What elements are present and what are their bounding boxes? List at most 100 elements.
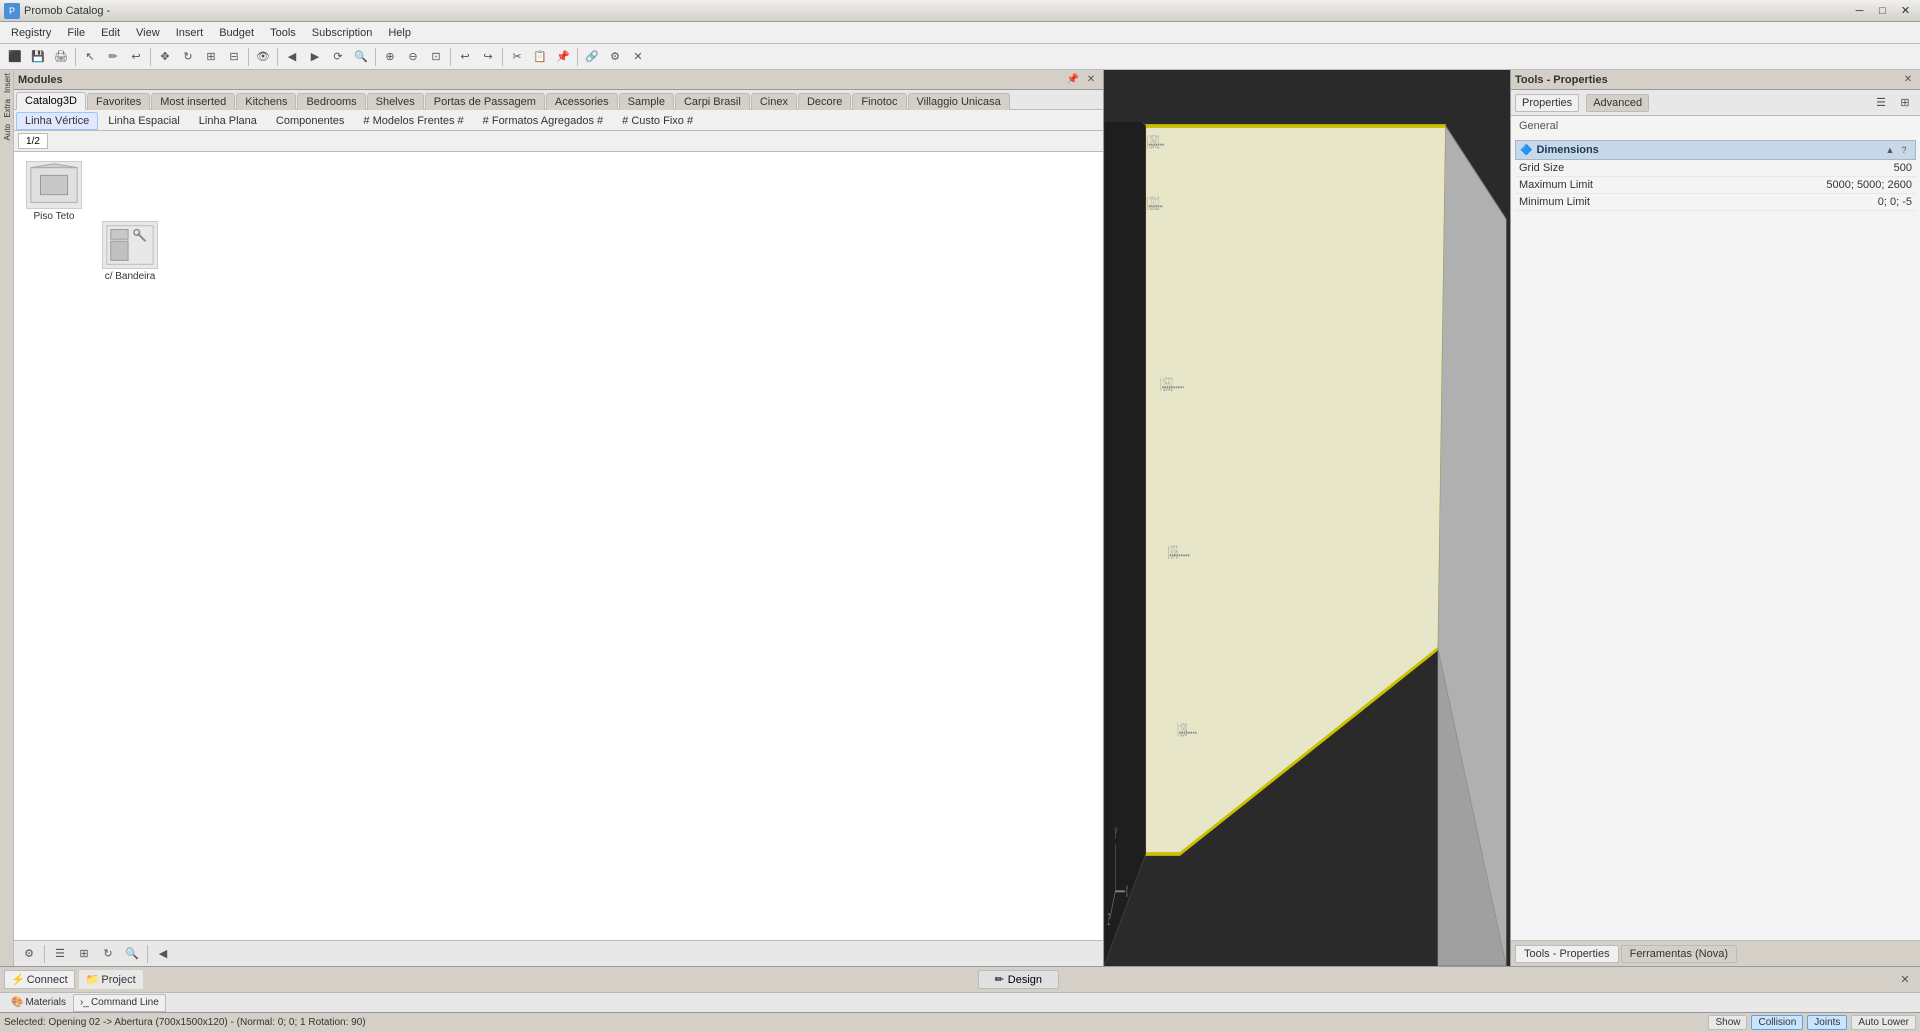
minimize-button[interactable]: ─ (1849, 0, 1870, 21)
toolbar-paste[interactable]: 📌 (552, 46, 574, 68)
bottom-panel-close[interactable]: ✕ (1894, 969, 1916, 991)
sub-tab-custo-fixo[interactable]: # Custo Fixo # (613, 112, 702, 130)
prop-label-min-limit: Minimum Limit (1519, 196, 1792, 208)
modules-toolbar-btn-grid[interactable]: ⊞ (73, 943, 95, 965)
prop-bottom-tab-tools[interactable]: Tools - Properties (1515, 945, 1619, 963)
modules-toolbar-btn-list[interactable]: ☰ (49, 943, 71, 965)
sub-tab-componentes[interactable]: Componentes (267, 112, 354, 130)
toolbar-view3d[interactable]: 👁 (252, 46, 274, 68)
menu-file[interactable]: File (60, 24, 92, 42)
sub-tab-formatos-agregados[interactable]: # Formatos Agregados # (474, 112, 612, 130)
menu-insert[interactable]: Insert (169, 24, 211, 42)
toolbar-btn-3[interactable]: 🖨 (50, 46, 72, 68)
prop-detail-view[interactable]: ⊞ (1894, 92, 1916, 114)
bottom-tab-connect[interactable]: ⚡ Connect (4, 970, 75, 989)
bottom-tab-project[interactable]: 📁 Project (79, 970, 143, 989)
menu-edit[interactable]: Edit (94, 24, 127, 42)
dimensions-expand-button[interactable]: ▲ (1883, 143, 1897, 157)
sub-tab-linha-plana[interactable]: Linha Plana (190, 112, 266, 130)
tab-most-inserted[interactable]: Most inserted (151, 93, 235, 110)
toolbar-btn-9[interactable]: ▶ (304, 46, 326, 68)
toolbar-btn-10[interactable]: ⟳ (327, 46, 349, 68)
collision-button[interactable]: Collision (1751, 1015, 1803, 1030)
modules-toolbar-btn-refresh[interactable]: ↻ (97, 943, 119, 965)
tab-bedrooms[interactable]: Bedrooms (297, 93, 365, 110)
toolbar-btn-4[interactable]: ✏ (102, 46, 124, 68)
maximize-button[interactable]: □ (1872, 0, 1893, 21)
sub-tab-linha-vertice[interactable]: Linha Vértice (16, 112, 98, 130)
modules-tab-bar: Catalog3D Favorites Most inserted Kitche… (14, 90, 1103, 110)
toolbar-undo[interactable]: ↩ (454, 46, 476, 68)
prop-list-view[interactable]: ☰ (1870, 92, 1892, 114)
modules-toolbar-btn-search[interactable]: 🔍 (121, 943, 143, 965)
toolbar-btn-1[interactable]: ⬛ (4, 46, 26, 68)
show-button[interactable]: Show (1708, 1015, 1747, 1030)
module-item-bandeira[interactable]: c/ Bandeira (94, 216, 166, 287)
toolbar-btn-2[interactable]: 💾 (27, 46, 49, 68)
sub-tab-modelos-frentes[interactable]: # Modelos Frentes # (354, 112, 472, 130)
menu-subscription[interactable]: Subscription (305, 24, 380, 42)
prop-tab-advanced[interactable]: Advanced (1586, 94, 1649, 112)
modules-header: Modules 📌 ✕ (14, 70, 1103, 90)
bottom-tab-materials[interactable]: 🎨 Materials (4, 994, 73, 1012)
tab-finotoc[interactable]: Finotoc (852, 93, 906, 110)
tab-villaggio[interactable]: Villaggio Unicasa (908, 93, 1010, 110)
toolbar-btn-5[interactable]: ↩ (125, 46, 147, 68)
prop-tab-properties[interactable]: Properties (1515, 94, 1579, 112)
tab-portas[interactable]: Portas de Passagem (425, 93, 545, 110)
tab-carpi[interactable]: Carpi Brasil (675, 93, 750, 110)
toolbar-btn-13[interactable]: ⊖ (402, 46, 424, 68)
sidebar-tab-insert[interactable]: Insert (0, 70, 13, 96)
tab-decore[interactable]: Decore (798, 93, 851, 110)
toolbar-move[interactable]: ✥ (154, 46, 176, 68)
tab-cinex[interactable]: Cinex (751, 93, 797, 110)
tab-acessories[interactable]: Acessories (546, 93, 618, 110)
modules-toolbar-btn-settings[interactable]: ⚙ (18, 943, 40, 965)
modules-close-button[interactable]: ✕ (1083, 72, 1099, 88)
sub-tab-linha-espacial[interactable]: Linha Espacial (99, 112, 189, 130)
toolbar-btn-6[interactable]: ⊞ (200, 46, 222, 68)
joints-button[interactable]: Joints (1807, 1015, 1847, 1030)
design-button[interactable]: ✏ Design (978, 970, 1059, 989)
toolbar-sep-3 (248, 48, 249, 66)
bottom-tab-command-line[interactable]: ›_ Command Line (73, 994, 166, 1012)
close-button[interactable]: ✕ (1895, 0, 1916, 21)
app-icon: P (4, 3, 20, 19)
toolbar-btn-12[interactable]: ⊕ (379, 46, 401, 68)
title-bar: P Promob Catalog - ─ □ ✕ (0, 0, 1920, 22)
tab-favorites[interactable]: Favorites (87, 93, 150, 110)
dimensions-section-header[interactable]: 🔷 Dimensions ▲ ? (1515, 140, 1916, 160)
toolbar-copy[interactable]: 📋 (529, 46, 551, 68)
modules-pin-button[interactable]: 📌 (1065, 72, 1081, 88)
toolbar-btn-8[interactable]: ◀ (281, 46, 303, 68)
toolbar-cut[interactable]: ✂ (506, 46, 528, 68)
menu-help[interactable]: Help (381, 24, 418, 42)
menu-budget[interactable]: Budget (212, 24, 261, 42)
toolbar-rotate[interactable]: ↻ (177, 46, 199, 68)
tab-kitchens[interactable]: Kitchens (236, 93, 296, 110)
toolbar-btn-17[interactable]: ✕ (627, 46, 649, 68)
prop-bottom-tab-ferramentas[interactable]: Ferramentas (Nova) (1621, 945, 1737, 963)
auto-lower-button[interactable]: Auto Lower (1851, 1015, 1916, 1030)
toolbar-redo[interactable]: ↪ (477, 46, 499, 68)
toolbar-select[interactable]: ↖ (79, 46, 101, 68)
page-number-input[interactable] (18, 133, 48, 149)
modules-toolbar-btn-prev[interactable]: ◀ (152, 943, 174, 965)
menu-tools[interactable]: Tools (263, 24, 303, 42)
tab-catalog3d[interactable]: Catalog3D (16, 92, 86, 110)
module-item-piso-teto[interactable]: Piso Teto (18, 156, 90, 287)
toolbar-btn-11[interactable]: 🔍 (350, 46, 372, 68)
sidebar-tab-extra[interactable]: Extra (0, 96, 13, 121)
toolbar-sep-5 (375, 48, 376, 66)
tab-sample[interactable]: Sample (619, 93, 674, 110)
menu-view[interactable]: View (129, 24, 167, 42)
dimensions-help-button[interactable]: ? (1897, 143, 1911, 157)
sidebar-tab-auto[interactable]: Auto (0, 121, 13, 143)
properties-close-button[interactable]: ✕ (1900, 72, 1916, 88)
toolbar-btn-15[interactable]: 🔗 (581, 46, 603, 68)
toolbar-btn-16[interactable]: ⚙ (604, 46, 626, 68)
toolbar-btn-7[interactable]: ⊟ (223, 46, 245, 68)
menu-registry[interactable]: Registry (4, 24, 58, 42)
tab-shelves[interactable]: Shelves (367, 93, 424, 110)
toolbar-btn-14[interactable]: ⊡ (425, 46, 447, 68)
